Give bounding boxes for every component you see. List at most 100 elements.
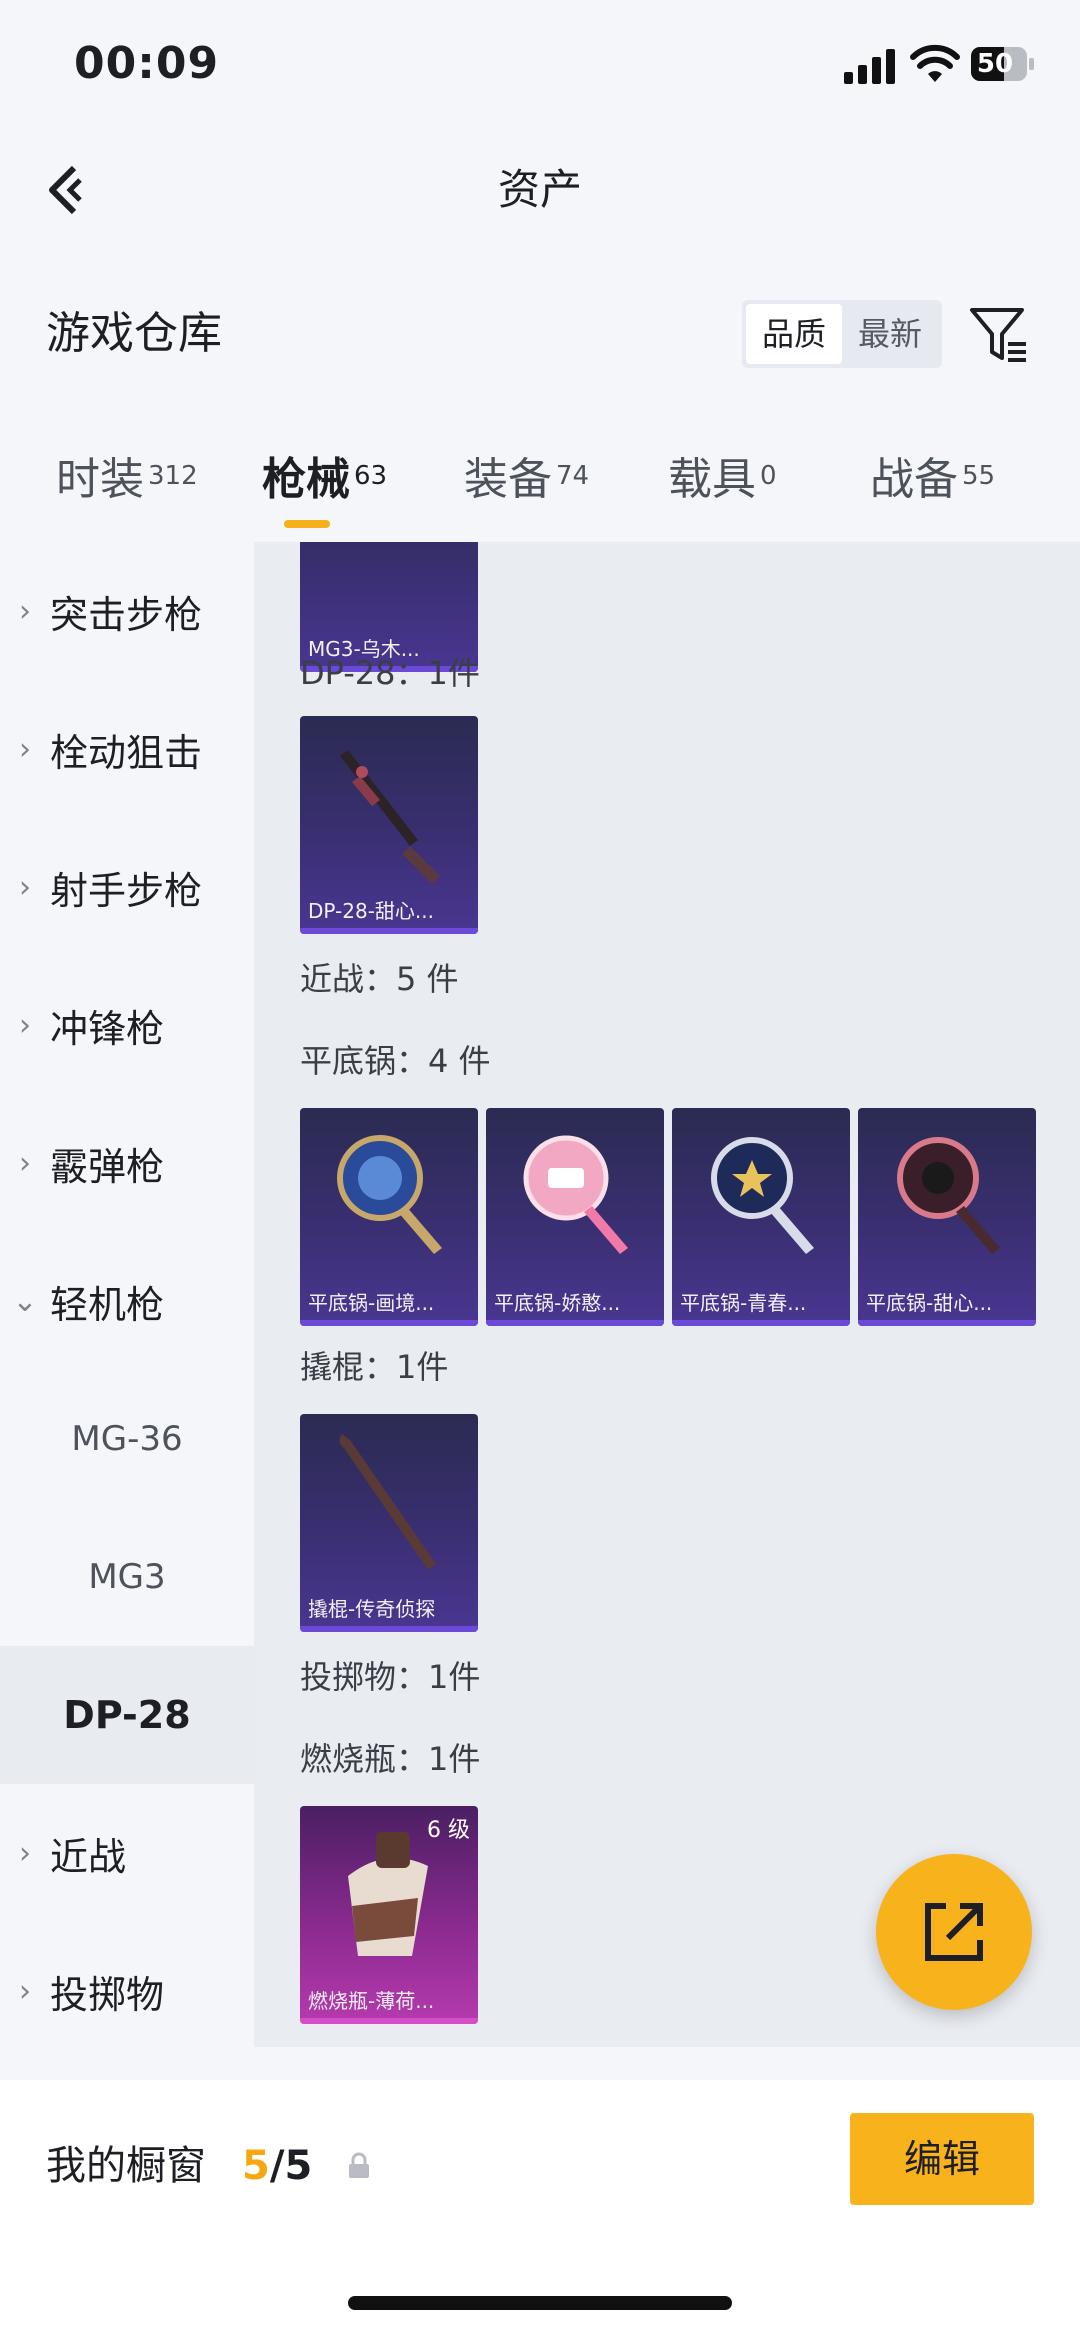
sidebar-subitem-dp28[interactable]: DP-28 — [0, 1646, 254, 1784]
item-card[interactable]: 平底锅-娇憨... — [486, 1108, 664, 1326]
sidebar-subitem-mg3[interactable]: MG3 — [0, 1508, 254, 1646]
chevron-right-icon: › — [19, 1007, 31, 1043]
active-tab-indicator — [284, 520, 330, 528]
tab-count: 63 — [354, 461, 388, 491]
sidebar-item-label: 霰弹枪 — [50, 1144, 165, 1189]
item-card[interactable]: 撬棍-传奇侦探 — [300, 1414, 478, 1632]
card-rarity-bar — [672, 1320, 850, 1326]
sort-newest-option[interactable]: 最新 — [842, 304, 938, 364]
card-rarity-bar — [300, 2018, 478, 2024]
warehouse-title: 游戏仓库 — [46, 308, 222, 359]
share-button[interactable] — [876, 1854, 1032, 2010]
item-card[interactable]: 平底锅-甜心... — [858, 1108, 1036, 1326]
sidebar-item-label: 突击步枪 — [50, 592, 203, 637]
wifi-icon — [910, 44, 960, 82]
battery-icon: 50 — [970, 46, 1036, 82]
content-area: › 突击步枪 › 栓动狙击 › 射手步枪 › 冲锋枪 › 霰弹枪 ⌄ 轻机枪 M… — [0, 542, 1080, 2047]
group-label-throwables: 投掷物：1件 — [300, 1658, 481, 1696]
bottom-bar: 我的橱窗 5/5 编辑 — [0, 2080, 1080, 2339]
sidebar-item-shotgun[interactable]: › 霰弹枪 — [0, 1094, 254, 1232]
header: 资产 — [0, 130, 1080, 250]
tab-equipment[interactable]: 装备 74 — [464, 450, 589, 510]
group-label-melee: 近战：5 件 — [300, 960, 459, 998]
group-label-pan: 平底锅：4 件 — [300, 1042, 491, 1080]
crowbar-icon — [339, 1434, 436, 1570]
tab-label: 载具 — [668, 454, 756, 505]
share-icon — [925, 1903, 983, 1961]
tab-label: 枪械 — [262, 454, 350, 505]
pan-icon — [523, 1135, 628, 1254]
tab-count: 74 — [556, 461, 590, 491]
sidebar-subitem-mg36[interactable]: MG-36 — [0, 1370, 254, 1508]
sidebar-item-bolt-sniper[interactable]: › 栓动狙击 — [0, 680, 254, 818]
pan-icon — [897, 1137, 1000, 1254]
category-tabs: 时装 312 枪械 63 装备 74 载具 0 战备 55 — [0, 430, 1080, 540]
item-card-label: 平底锅-青春... — [680, 1291, 807, 1315]
item-card-label: 平底锅-甜心... — [866, 1291, 993, 1315]
tab-label: 战备 — [870, 454, 958, 505]
showcase-count-total: /5 — [269, 2143, 313, 2189]
status-bar: 00:09 50 — [0, 0, 1080, 130]
chevron-right-icon: › — [19, 869, 31, 905]
cellular-signal-icon — [844, 49, 895, 84]
tab-count: 0 — [760, 461, 777, 491]
chevron-down-icon: ⌄ — [12, 1283, 38, 1319]
group-label-crowbar: 撬棍：1件 — [300, 1348, 449, 1386]
chevron-right-icon: › — [19, 593, 31, 629]
chevron-right-icon: › — [19, 1973, 31, 2009]
item-card-label: 燃烧瓶-薄荷... — [308, 1989, 435, 2013]
battery-level: 50 — [976, 49, 1014, 79]
sidebar-item-label: 轻机枪 — [50, 1282, 165, 1327]
sidebar-item-assault-rifle[interactable]: › 突击步枪 — [0, 542, 254, 680]
tab-count: 312 — [148, 461, 198, 491]
sidebar-item-melee[interactable]: › 近战 — [0, 1784, 254, 1922]
sidebar-item-label: 投掷物 — [50, 1972, 165, 2017]
tab-supplies[interactable]: 战备 55 — [870, 450, 995, 510]
showcase-count-current: 5 — [242, 2143, 270, 2189]
showcase-count: 5/5 — [242, 2136, 312, 2196]
item-card-label: 平底锅-娇憨... — [494, 1291, 621, 1315]
filter-icon[interactable] — [966, 302, 1032, 368]
item-card[interactable]: DP-28-甜心... — [300, 716, 478, 934]
sidebar-item-label: 栓动狙击 — [50, 730, 203, 775]
item-card[interactable]: 平底锅-画境... — [300, 1108, 478, 1326]
sidebar-item-lmg[interactable]: ⌄ 轻机枪 — [0, 1232, 254, 1370]
sidebar-item-smg[interactable]: › 冲锋枪 — [0, 956, 254, 1094]
sidebar-item-label: 近战 — [50, 1834, 127, 1879]
item-card-label: 平底锅-画境... — [308, 1291, 435, 1315]
card-rarity-bar — [486, 1320, 664, 1326]
group-label-molotov: 燃烧瓶：1件 — [300, 1740, 481, 1778]
chevron-right-icon: › — [19, 731, 31, 767]
item-level-badge: 6 级 — [427, 1818, 470, 1843]
dp28-rifle-icon — [340, 750, 440, 884]
tab-fashion[interactable]: 时装 312 — [56, 450, 198, 510]
card-rarity-bar — [300, 928, 478, 934]
sort-toggle[interactable]: 品质 最新 — [742, 300, 942, 368]
group-label-dp28: DP-28：1件 — [300, 654, 480, 692]
sidebar-item-throwables[interactable]: › 投掷物 — [0, 1922, 254, 2047]
edit-button[interactable]: 编辑 — [850, 2113, 1034, 2205]
tab-label: 时装 — [56, 454, 144, 505]
chevron-right-icon: › — [19, 1145, 31, 1181]
category-sidebar: › 突击步枪 › 栓动狙击 › 射手步枪 › 冲锋枪 › 霰弹枪 ⌄ 轻机枪 M… — [0, 542, 254, 2047]
tab-count: 55 — [962, 461, 996, 491]
chevron-right-icon: › — [19, 1835, 31, 1871]
sidebar-item-marksman-rifle[interactable]: › 射手步枪 — [0, 818, 254, 956]
item-card[interactable]: 6 级 燃烧瓶-薄荷... — [300, 1806, 478, 2024]
sidebar-item-label: 射手步枪 — [50, 868, 203, 913]
lock-icon — [349, 2152, 369, 2178]
home-indicator — [348, 2296, 732, 2310]
showcase-title: 我的橱窗 — [46, 2143, 206, 2189]
sidebar-item-label: 冲锋枪 — [50, 1006, 165, 1051]
pan-icon — [337, 1135, 442, 1254]
card-rarity-bar — [858, 1320, 1036, 1326]
item-card[interactable]: 平底锅-青春... — [672, 1108, 850, 1326]
item-card-label: 撬棍-传奇侦探 — [308, 1597, 436, 1621]
item-card-label: DP-28-甜心... — [308, 899, 434, 923]
tab-label: 装备 — [464, 454, 552, 505]
tab-vehicles[interactable]: 载具 0 — [668, 450, 777, 510]
sort-quality-option[interactable]: 品质 — [746, 304, 842, 364]
page-title: 资产 — [497, 165, 582, 214]
tab-firearms[interactable]: 枪械 63 — [262, 450, 387, 510]
card-rarity-bar — [300, 1626, 478, 1632]
